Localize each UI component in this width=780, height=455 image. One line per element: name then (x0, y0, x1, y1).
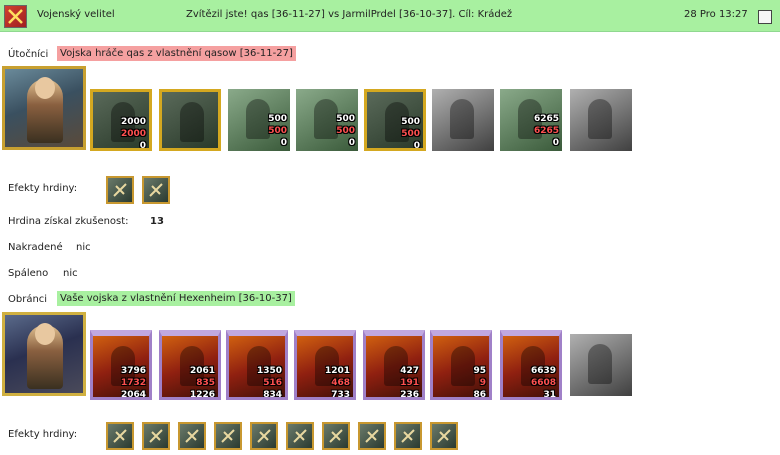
unit-count-top: 95 (473, 366, 486, 376)
skeleton-demon-icon[interactable]: 2061 835 1226 (159, 330, 221, 400)
unit-count-mid: 9 (479, 378, 486, 388)
unit-count-top: 427 (400, 366, 419, 376)
unit-count-bot: 31 (543, 390, 556, 400)
efreet-icon[interactable]: 427 191 236 (363, 330, 425, 400)
unit-count-bot: 1226 (189, 390, 215, 400)
unit-count-mid: 191 (400, 378, 419, 388)
elf-archer-icon[interactable]: 500 500 0 (364, 89, 426, 151)
unit-count-mid: 1732 (120, 378, 146, 388)
defenders-name[interactable]: Vaše vojska z vlastnění Hexenheim [36-10… (57, 291, 295, 306)
devil-icon[interactable]: 6639 6608 31 (500, 330, 562, 400)
shade-icon[interactable] (432, 89, 494, 151)
unit-count-mid: 6265 (533, 126, 559, 136)
crossbow-icon[interactable] (142, 176, 170, 204)
barricade-icon[interactable] (178, 422, 206, 450)
attackers-label: Útočníci (8, 49, 49, 60)
battle-date: 28 Pro 13:27 (684, 9, 748, 20)
unit-count-bot: 0 (552, 138, 559, 148)
unit-count-top: 500 (401, 117, 420, 127)
unit-count-top: 500 (336, 114, 355, 124)
unit-count-bot: 0 (348, 138, 355, 148)
unit-count-bot: 236 (400, 390, 419, 400)
unit-count-bot: 86 (473, 390, 486, 400)
unit-count-top: 2061 (189, 366, 215, 376)
gargoyle-icon[interactable]: 1201 468 733 (294, 330, 356, 400)
unit-count-mid: 468 (331, 378, 350, 388)
griffin-icon[interactable]: 500 500 0 (296, 89, 358, 151)
staff-icon[interactable] (394, 422, 422, 450)
defender-effects-label: Efekty hrdiny: (8, 429, 78, 440)
unit-count-mid: 2000 (120, 129, 146, 139)
unit-count-top: 500 (268, 114, 287, 124)
defender-hero-portrait[interactable] (2, 312, 86, 396)
unit-count-mid: 500 (401, 129, 420, 139)
unit-count-bot: 2064 (120, 390, 146, 400)
attacker-effects-label: Efekty hrdiny: (8, 183, 78, 194)
burned-value: nic (63, 268, 78, 279)
castle-wall-icon[interactable] (142, 422, 170, 450)
battle-header: Vojenský velitel Zvítězil jste! qas [36-… (0, 0, 780, 32)
swordsman-icon[interactable]: 500 500 0 (228, 89, 290, 151)
attacker-hero-portrait[interactable] (2, 66, 86, 150)
experience-value: 13 (150, 216, 164, 227)
druid-icon[interactable]: 6265 6265 0 (500, 89, 562, 151)
unit-count-bot: 834 (263, 390, 282, 400)
defenders-label: Obránci (8, 294, 48, 305)
stolen-value: nic (76, 242, 91, 253)
ring-icon[interactable] (322, 422, 350, 450)
unit-count-top: 6265 (533, 114, 559, 124)
unit-count-bot: 0 (139, 141, 146, 151)
unit-count-mid: 516 (263, 378, 282, 388)
unit-count-mid: 835 (196, 378, 215, 388)
reaper-icon[interactable] (570, 334, 632, 396)
potion-icon[interactable] (286, 422, 314, 450)
unit-count-mid: 500 (268, 126, 287, 136)
unit-count-mid: 6608 (530, 378, 556, 388)
pickaxe-icon[interactable] (250, 422, 278, 450)
unit-count-bot: 0 (280, 138, 287, 148)
unit-count-mid: 500 (336, 126, 355, 136)
dark-knight-icon[interactable] (159, 89, 221, 151)
unit-count-top: 1201 (324, 366, 350, 376)
header-title: Vojenský velitel (37, 9, 115, 20)
unit-count-top: 2000 (120, 117, 146, 127)
hellhound-icon[interactable]: 1350 516 834 (226, 330, 288, 400)
crossed-swords-icon (4, 5, 27, 28)
unit-count-top: 6639 (530, 366, 556, 376)
ghost-icon[interactable] (570, 89, 632, 151)
stolen-label: Nakradené (8, 242, 63, 253)
checkbox[interactable] (758, 10, 772, 24)
scroll-icon[interactable] (358, 422, 386, 450)
battle-result[interactable]: Zvítězil jste! qas [36-11-27] vs JarmilP… (186, 9, 512, 20)
dwarf-warrior-icon[interactable]: 2000 2000 0 (90, 89, 152, 151)
unit-count-top: 1350 (256, 366, 282, 376)
imp-icon[interactable]: 3796 1732 2064 (90, 330, 152, 400)
attackers-name[interactable]: Vojska hráče qas z vlastnění qasow [36-1… (57, 46, 296, 61)
burned-label: Spáleno (8, 268, 49, 279)
unit-count-top: 3796 (120, 366, 146, 376)
pit-fiend-icon[interactable]: 95 9 86 (430, 330, 492, 400)
experience-label: Hrdina získal zkušenost: (8, 216, 129, 227)
unit-count-bot: 0 (413, 141, 420, 151)
tower-icon[interactable] (106, 422, 134, 450)
shield-icon[interactable] (430, 422, 458, 450)
barricade-icon[interactable] (106, 176, 134, 204)
unit-count-bot: 733 (331, 390, 350, 400)
crown-icon[interactable] (214, 422, 242, 450)
